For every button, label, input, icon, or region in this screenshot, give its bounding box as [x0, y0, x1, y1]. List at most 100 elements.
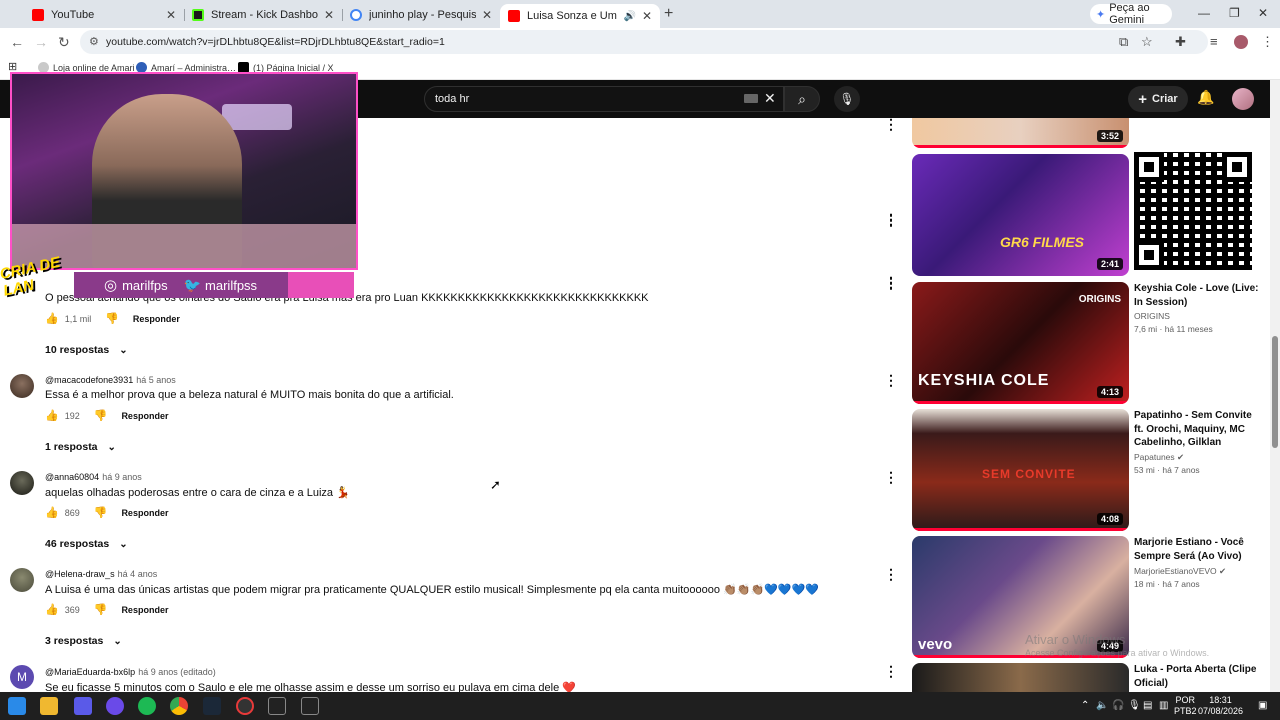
volume-icon[interactable]: 🔈	[1096, 700, 1108, 711]
site-info-icon[interactable]: ⚙	[89, 35, 99, 48]
comment-author[interactable]: @anna60804	[45, 472, 99, 482]
reply-button[interactable]: Responder	[121, 508, 168, 518]
account-avatar[interactable]	[1232, 88, 1254, 110]
like-icon[interactable]: 👍	[45, 506, 59, 519]
keyboard-icon[interactable]	[744, 94, 758, 103]
comment-menu-icon[interactable]: ⋮	[884, 372, 898, 389]
reply-button[interactable]: Responder	[133, 314, 180, 324]
video-title[interactable]: Papatinho - Sem Convite ft. Orochi, Maqu…	[1134, 409, 1260, 450]
notification-center-icon[interactable]: ▣	[1258, 700, 1267, 711]
replies-toggle[interactable]: 10 respostas ⌄	[45, 344, 128, 356]
voice-search-button[interactable]: 🎙	[834, 86, 860, 112]
tab-google-search[interactable]: juninho play - Pesquisa Google ✕	[342, 4, 500, 26]
obs-icon[interactable]	[236, 697, 254, 715]
mic-tray-icon[interactable]: 🎙	[1128, 700, 1141, 711]
wifi-icon[interactable]: ▥	[1159, 700, 1168, 711]
profile-avatar-icon[interactable]	[1234, 35, 1248, 49]
comment-menu-icon[interactable]: ⋮	[884, 469, 898, 486]
watched-progress-bar	[912, 145, 1129, 148]
app-grid-icon[interactable]	[74, 697, 92, 715]
search-button[interactable]: ⌕	[784, 86, 820, 112]
start-icon[interactable]	[8, 697, 26, 715]
dislike-icon[interactable]: 👎	[105, 312, 119, 325]
bookmark-label: Amarí – Administra…	[151, 62, 237, 73]
address-bar[interactable]: ⚙ youtube.com/watch?v=jrDLhbtu8QE&list=R…	[80, 30, 1208, 54]
avatar[interactable]: M	[10, 665, 34, 689]
replies-toggle[interactable]: 1 resposta ⌄	[45, 441, 116, 453]
comment-author[interactable]: @macacodefone3931	[45, 375, 133, 385]
comment-author[interactable]: @MariaEduarda-bx6lp	[45, 667, 135, 677]
like-icon[interactable]: 👍	[45, 603, 59, 616]
like-icon[interactable]: 👍	[45, 409, 59, 422]
replies-toggle[interactable]: 46 respostas ⌄	[45, 538, 128, 550]
video-menu-icon[interactable]: ⋮	[884, 212, 898, 229]
restore-icon[interactable]: ❐	[1229, 6, 1240, 20]
headset-icon[interactable]: 🎧	[1112, 700, 1124, 711]
media-controls-icon[interactable]: ≡	[1210, 34, 1218, 49]
tab-kick-dashboard[interactable]: Stream - Kick Dashboard ✕	[184, 4, 342, 26]
video-channel[interactable]: Papatunes ✔	[1134, 452, 1184, 463]
forward-icon[interactable]: →	[34, 34, 48, 50]
extensions-icon[interactable]: ✚	[1175, 34, 1186, 50]
tray-chevron-icon[interactable]: ⌃	[1081, 700, 1089, 711]
search-input[interactable]: toda hr	[424, 86, 784, 112]
menu-icon[interactable]: ⋮	[1261, 34, 1274, 50]
clock[interactable]: 18:31 07/08/2026	[1198, 695, 1243, 717]
close-tab-icon[interactable]: ✕	[166, 8, 176, 22]
back-icon[interactable]: ←	[10, 34, 24, 50]
video-title[interactable]: Luka - Porta Aberta (Clipe Oficial)	[1134, 663, 1260, 690]
video-thumbnail[interactable]: 3:52	[912, 118, 1129, 148]
minimize-icon[interactable]: —	[1198, 6, 1210, 20]
reload-icon[interactable]: ↻	[58, 34, 70, 51]
twitter-icon: 🐦	[183, 276, 202, 293]
steam-icon[interactable]	[203, 697, 221, 715]
create-button[interactable]: + Criar	[1128, 86, 1188, 112]
like-icon[interactable]: 👍	[45, 312, 59, 325]
video-thumbnail[interactable]: GR6 FILMES 2:41	[912, 154, 1129, 276]
tab-luisa-sonza-active[interactable]: Luisa Sonza e Um44k - Pod 🔊 ✕	[500, 4, 660, 28]
close-tab-icon[interactable]: ✕	[482, 8, 492, 22]
dislike-icon[interactable]: 👎	[94, 603, 108, 616]
chrome-icon[interactable]	[170, 697, 188, 715]
network-icon[interactable]: ▤	[1143, 700, 1152, 711]
gemini-button[interactable]: ✦ Peça ao Gemini	[1090, 2, 1172, 26]
new-tab-button[interactable]: +	[664, 5, 673, 23]
tab-youtube[interactable]: YouTube ✕	[24, 4, 184, 26]
file-explorer-icon[interactable]	[40, 697, 58, 715]
avatar[interactable]	[10, 374, 34, 398]
capcut-icon[interactable]	[268, 697, 286, 715]
dislike-icon[interactable]: 👎	[94, 506, 108, 519]
language-indicator[interactable]: POR PTB2	[1174, 695, 1197, 717]
speaker-icon[interactable]: 🔊	[623, 11, 635, 22]
avatar[interactable]	[10, 471, 34, 495]
notifications-bell-icon[interactable]: 🔔	[1197, 89, 1214, 106]
bookmark-star-icon[interactable]: ☆	[1141, 34, 1153, 50]
video-title[interactable]: Marjorie Estiano - Você Sempre Será (Ao …	[1134, 536, 1260, 563]
video-thumbnail[interactable]: SEM CONVITE 4:08	[912, 409, 1129, 531]
capcut-icon-2[interactable]	[301, 697, 319, 715]
avatar[interactable]	[10, 568, 34, 592]
clear-search-icon[interactable]: ✕	[764, 90, 776, 107]
reply-button[interactable]: Responder	[121, 605, 168, 615]
video-channel[interactable]: MarjorieEstianoVEVO ✔	[1134, 566, 1226, 577]
video-channel[interactable]: ORIGINS	[1134, 311, 1170, 321]
comment-author[interactable]: @Helena-draw_s	[45, 569, 115, 579]
replies-toggle[interactable]: 3 respostas ⌄	[45, 635, 122, 647]
video-menu-icon[interactable]: ⋮	[884, 274, 898, 291]
keyboard-layout: PTB2	[1174, 706, 1197, 716]
close-tab-icon[interactable]: ✕	[642, 9, 652, 23]
scrollbar-thumb[interactable]	[1272, 336, 1278, 448]
close-window-icon[interactable]: ✕	[1258, 6, 1268, 20]
video-thumbnail[interactable]	[912, 663, 1129, 692]
comment-menu-icon[interactable]: ⋮	[884, 663, 898, 680]
spotify-icon[interactable]	[138, 697, 156, 715]
discord-icon[interactable]	[106, 697, 124, 715]
close-tab-icon[interactable]: ✕	[324, 8, 334, 22]
dislike-icon[interactable]: 👎	[94, 409, 108, 422]
comment-menu-icon[interactable]: ⋮	[884, 116, 898, 133]
video-title[interactable]: Keyshia Cole - Love (Live: In Session)	[1134, 282, 1260, 309]
comment-menu-icon[interactable]: ⋮	[884, 566, 898, 583]
install-icon[interactable]: ⧉	[1119, 34, 1128, 50]
reply-button[interactable]: Responder	[121, 411, 168, 421]
video-thumbnail[interactable]: ORIGINS KEYSHIA COLE 4:13	[912, 282, 1129, 404]
